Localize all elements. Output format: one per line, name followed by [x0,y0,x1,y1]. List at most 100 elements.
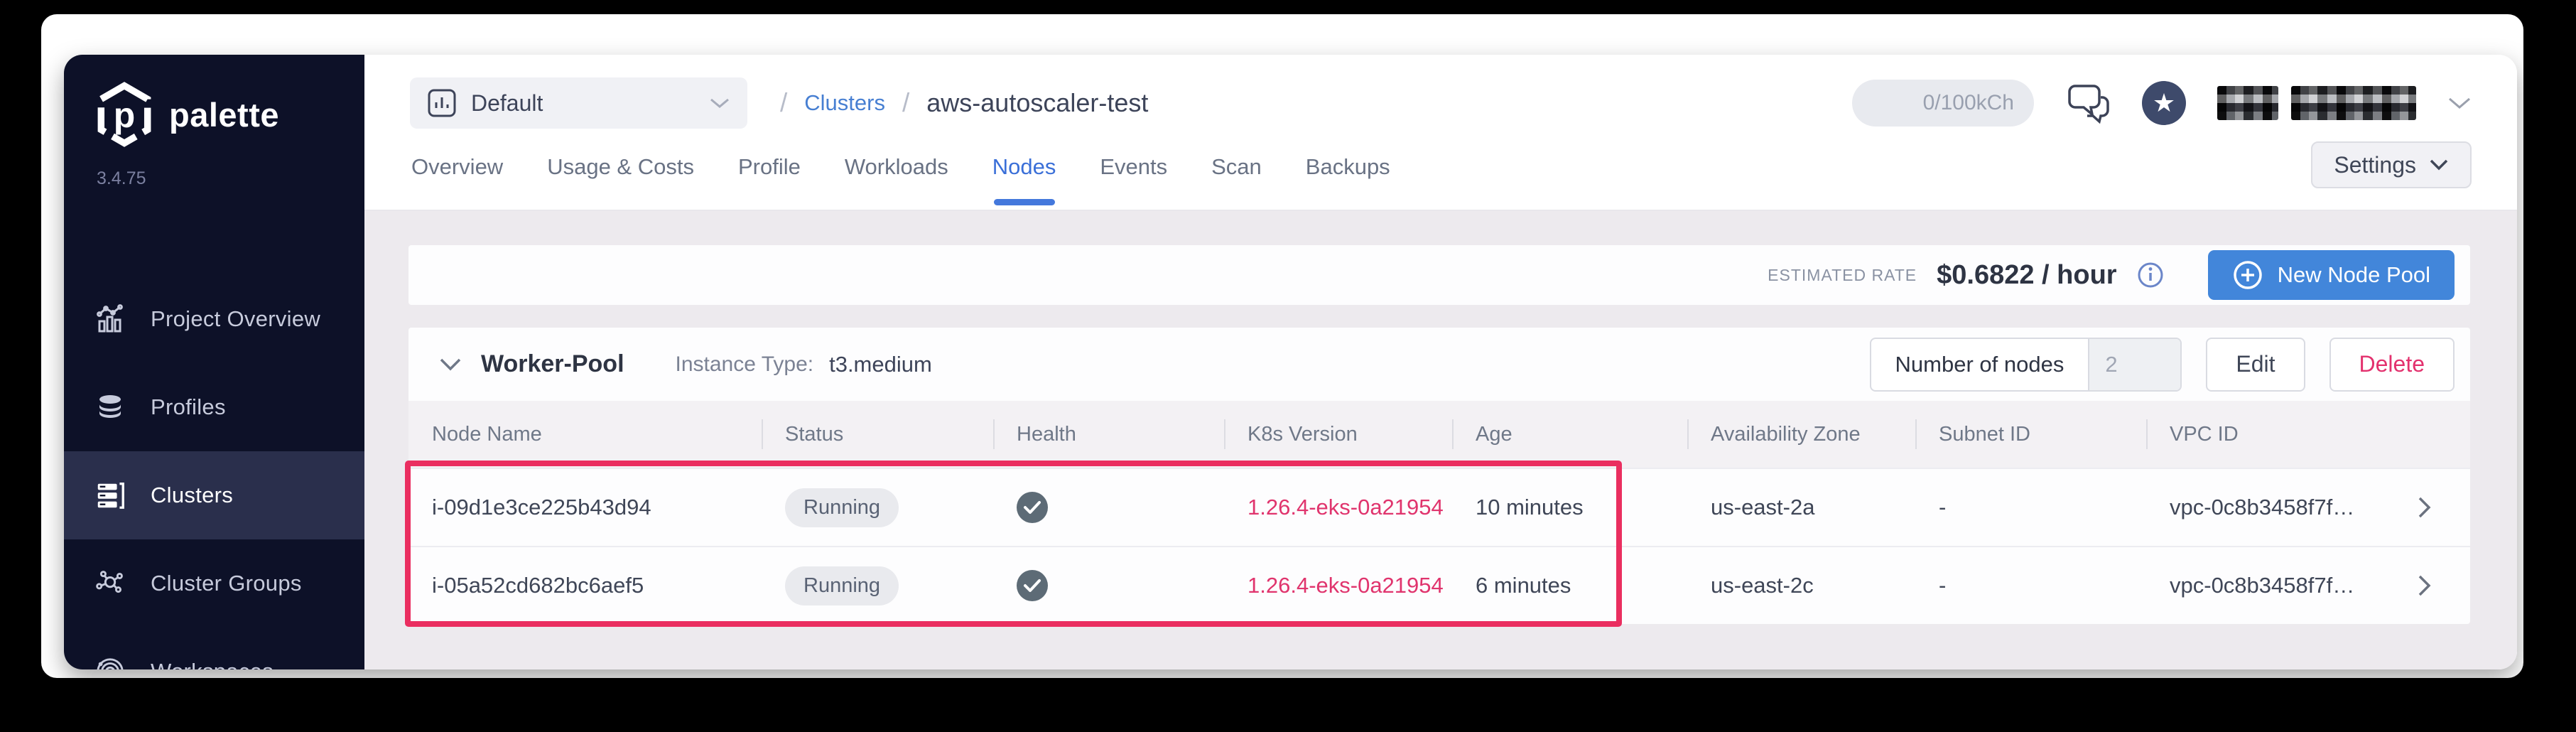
cell-subnet-id: - [1915,573,2146,598]
user-menu-chevron-icon[interactable] [2447,96,2472,110]
tab-label: Backups [1306,154,1390,180]
layers-icon [94,391,126,424]
column-header: Availability Zone [1687,418,1915,451]
health-check-icon [1017,492,1048,523]
sidebar: p palette 3.4.75 Project Overview Profil… [64,55,364,669]
estimated-rate-value: $0.6822 / hour [1937,260,2116,291]
collapse-chevron-icon[interactable] [438,357,462,372]
plus-circle-icon [2232,259,2263,291]
edit-button[interactable]: Edit [2206,338,2305,392]
sidebar-item-cluster-groups[interactable]: Cluster Groups [64,539,364,628]
cell-health [993,492,1224,523]
tab-label: Workloads [845,154,948,180]
sidebar-item-clusters[interactable]: Clusters [64,451,364,539]
chevron-down-icon [709,97,730,109]
tab-label: Nodes [992,154,1056,180]
main-area: Default / Clusters / aws-autoscaler-test… [364,55,2517,669]
status-badge: Running [785,488,899,527]
tab-label: Usage & Costs [547,154,694,180]
estimated-rate-bar: ESTIMATED RATE $0.6822 / hour [408,245,2470,305]
pool-name: Worker-Pool [481,350,624,378]
number-of-nodes-label: Number of nodes [1871,339,2089,390]
table-row[interactable]: i-09d1e3ce225b43d94 Running 1.26.4-eks-0… [408,468,2470,546]
chat-icon[interactable] [2065,82,2111,124]
orbit-icon [94,655,126,669]
tab[interactable]: Workloads [845,141,948,193]
sidebar-item-label: Project Overview [151,306,320,332]
delete-button[interactable]: Delete [2329,338,2455,392]
breadcrumb-current: aws-autoscaler-test [926,88,1148,118]
table-row[interactable]: i-05a52cd682bc6aef5 Running 1.26.4-eks-0… [408,546,2470,624]
redacted-username [2217,86,2278,120]
logo-text: palette [169,95,279,134]
tabs: Overview Usage & Costs Profile Workloads [411,141,1390,210]
instance-type-value: t3.medium [829,352,932,377]
health-check-icon [1017,570,1048,601]
sidebar-item-label: Profiles [151,394,226,420]
cell-node-name: i-09d1e3ce225b43d94 [408,495,762,520]
cell-vpc-id: vpc-0c8b3458f7f… [2146,573,2377,598]
sidebar-item-profiles[interactable]: Profiles [64,363,364,451]
project-selector[interactable]: Default [410,77,747,129]
cell-k8s-version: 1.26.4-eks-0a21954 [1224,573,1452,598]
column-header: Status [762,418,993,451]
cell-age: 6 minutes [1452,573,1687,598]
new-node-pool-label: New Node Pool [2278,262,2430,288]
number-of-nodes-control: Number of nodes 2 [1870,338,2182,392]
column-header: K8s Version [1224,418,1452,451]
sidebar-item-label: Workspaces [151,659,274,669]
breadcrumb-clusters-link[interactable]: Clusters [804,90,885,116]
usage-quota-pill: 0/100kCh [1852,80,2034,127]
sidebar-item-project-overview[interactable]: Project Overview [64,275,364,363]
new-node-pool-button[interactable]: New Node Pool [2208,250,2455,300]
sidebar-item-label: Clusters [151,483,233,508]
content-area: ESTIMATED RATE $0.6822 / hour [364,211,2517,669]
tab[interactable]: Usage & Costs [547,141,694,193]
redacted-username [2291,86,2416,120]
row-expand-chevron-icon[interactable] [2377,574,2470,598]
settings-button[interactable]: Settings [2311,141,2472,188]
svg-text:p: p [114,95,135,135]
tab[interactable]: Nodes [992,141,1056,193]
sidebar-item-workspaces[interactable]: Workspaces [64,628,364,669]
info-icon[interactable] [2137,262,2164,289]
star-badge-icon[interactable]: ★ [2142,81,2186,125]
instance-type-label: Instance Type: [676,352,814,377]
cell-subnet-id: - [1915,495,2146,520]
tab[interactable]: Backups [1306,141,1390,193]
app-version: 3.4.75 [64,149,364,189]
cell-status: Running [762,488,993,527]
screenshot-canvas: p palette 3.4.75 Project Overview Profil… [0,0,2576,732]
tab[interactable]: Scan [1211,141,1262,193]
cell-availability-zone: us-east-2a [1687,495,1915,520]
column-header: Node Name [408,418,762,451]
chevron-down-icon [2429,158,2449,171]
tab-label: Scan [1211,154,1262,180]
cell-vpc-id: vpc-0c8b3458f7f… [2146,495,2377,520]
project-selector-value: Default [471,90,709,117]
tab[interactable]: Profile [738,141,801,193]
tab-label: Events [1100,154,1167,180]
cell-availability-zone: us-east-2c [1687,573,1915,598]
top-bar: Default / Clusters / aws-autoscaler-test… [364,55,2517,141]
network-icon [94,567,126,600]
breadcrumb: / Clusters / aws-autoscaler-test [780,88,1148,118]
tab-label: Profile [738,154,801,180]
chart-icon [94,303,126,335]
settings-button-label: Settings [2334,152,2416,178]
sidebar-item-label: Cluster Groups [151,571,302,596]
tab[interactable]: Overview [411,141,503,193]
column-header: VPC ID [2146,418,2377,451]
tab[interactable]: Events [1100,141,1167,193]
worker-pool-card: Worker-Pool Instance Type: t3.medium Num… [408,328,2470,624]
cell-age: 10 minutes [1452,495,1687,520]
number-of-nodes-input[interactable]: 2 [2088,339,2180,390]
row-expand-chevron-icon[interactable] [2377,495,2470,520]
cell-k8s-version: 1.26.4-eks-0a21954 [1224,495,1452,520]
servers-icon [94,479,126,512]
top-bar-right: 0/100kCh ★ [1852,80,2472,127]
breadcrumb-separator: / [780,88,787,118]
column-header: Subnet ID [1915,418,2146,451]
bar-chart-icon [427,88,457,118]
worker-pool-header: Worker-Pool Instance Type: t3.medium Num… [408,328,2470,401]
